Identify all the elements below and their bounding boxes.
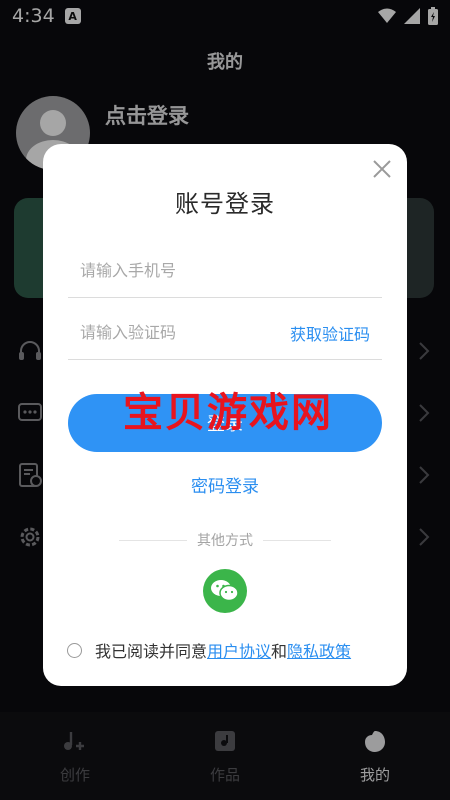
other-methods-label: 其他方式 <box>197 533 253 549</box>
get-code-button[interactable]: 获取验证码 <box>290 321 382 345</box>
agreement-and: 和 <box>271 642 288 661</box>
user-agreement-link[interactable]: 用户协议 <box>207 638 271 662</box>
code-field: 获取验证码 <box>68 306 382 360</box>
dialog-title: 账号登录 <box>175 190 275 218</box>
divider-line <box>263 539 331 541</box>
agreement-checkbox[interactable] <box>67 642 82 658</box>
wechat-icon <box>211 580 239 602</box>
password-login-link[interactable]: 密码登录 <box>43 472 407 497</box>
agreement-prefix: 我已阅读并同意 <box>95 642 208 661</box>
privacy-policy-link[interactable]: 隐私政策 <box>287 638 351 662</box>
login-button[interactable]: 登录 <box>68 394 382 452</box>
wechat-login-button[interactable] <box>203 569 247 613</box>
verification-code-input[interactable] <box>68 323 268 342</box>
divider-line <box>119 539 187 541</box>
login-dialog: 账号登录 获取验证码 登录 宝贝游戏网 密码登录 其他方式 我已阅读并同意 用户… <box>43 144 407 686</box>
phone-field <box>68 244 382 298</box>
close-icon[interactable] <box>371 158 393 180</box>
agreement-row: 我已阅读并同意 用户协议 和 隐私政策 <box>67 638 351 662</box>
phone-input[interactable] <box>68 261 382 280</box>
other-methods-divider: 其他方式 <box>119 530 331 550</box>
